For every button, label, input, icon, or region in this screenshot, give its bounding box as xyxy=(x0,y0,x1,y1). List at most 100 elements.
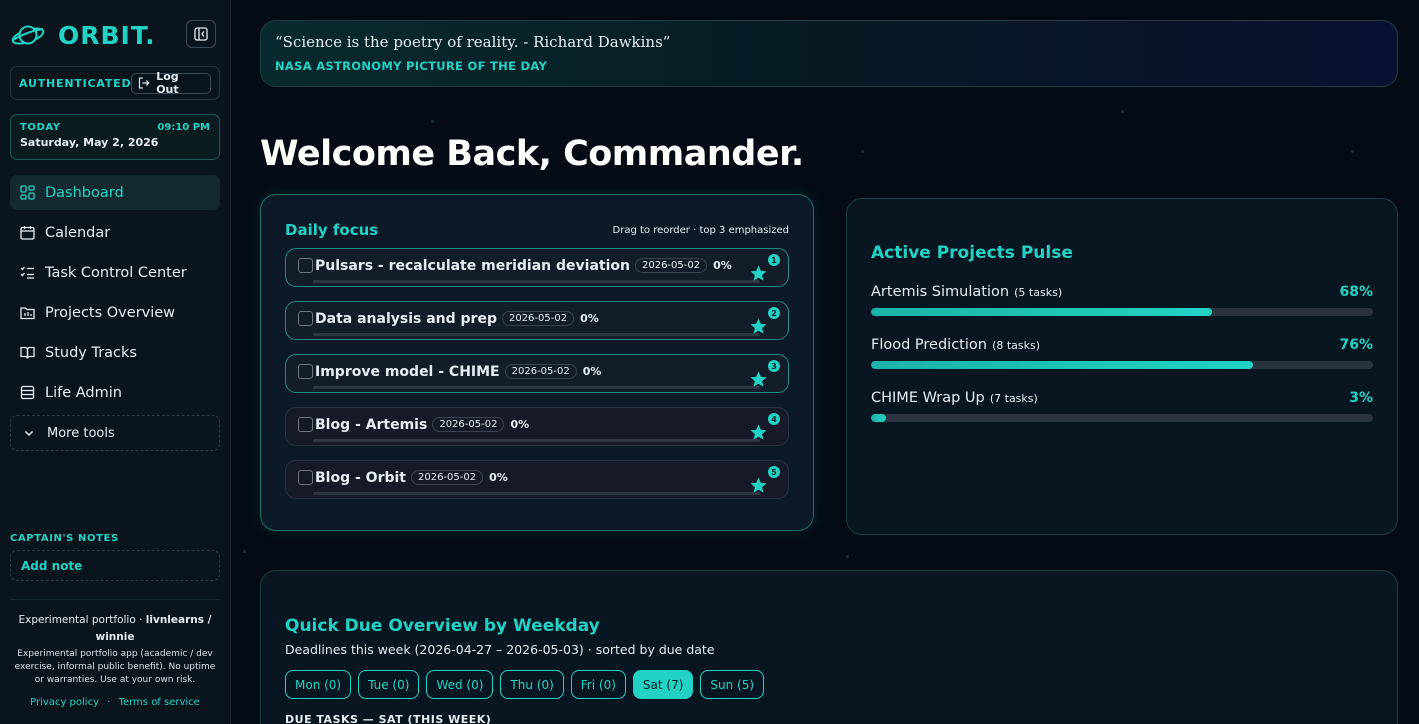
star-icon[interactable] xyxy=(749,317,768,336)
footer-link-separator: · xyxy=(107,697,111,708)
projects-pulse-card: Active Projects Pulse Artemis Simulation… xyxy=(846,198,1398,535)
star-dot xyxy=(431,120,434,123)
task-due-date: 2026-05-02 xyxy=(501,311,575,326)
priority-rank-badge: 5 xyxy=(768,466,780,478)
daily-focus-title: Daily focus xyxy=(285,221,379,239)
task-progress-bar xyxy=(313,386,760,389)
focus-task-item[interactable]: Blog - Orbit 2026-05-02 0% 5 xyxy=(285,460,789,499)
terms-of-service-link[interactable]: Terms of service xyxy=(119,697,200,708)
logout-button[interactable]: Log Out xyxy=(131,70,211,96)
sidebar-item-dashboard[interactable]: Dashboard xyxy=(10,175,220,210)
sidebar-item-label: Calendar xyxy=(45,224,111,241)
task-checkbox[interactable] xyxy=(298,364,313,379)
due-overview-card: Quick Due Overview by Weekday Deadlines … xyxy=(260,570,1398,724)
focus-task-item[interactable]: Data analysis and prep 2026-05-02 0% 2 xyxy=(285,301,789,340)
star-icon[interactable] xyxy=(749,264,768,283)
sidebar-item-label: Task Control Center xyxy=(45,264,187,281)
task-due-date: 2026-05-02 xyxy=(504,364,577,379)
star-icon[interactable] xyxy=(749,476,768,495)
sidebar-item-life-admin[interactable]: Life Admin xyxy=(10,375,220,410)
footer-title-prefix: Experimental portfolio · xyxy=(18,614,143,626)
due-tasks-heading: DUE TASKS — SAT (THIS WEEK) xyxy=(285,713,492,724)
weekday-filter-button[interactable]: Thu (0) xyxy=(500,670,564,699)
star-icon[interactable] xyxy=(749,370,768,389)
task-name: Blog - Orbit xyxy=(315,469,406,486)
task-progress-bar xyxy=(313,492,760,495)
project-pulse-item[interactable]: Flood Prediction (8 tasks) 76% xyxy=(871,334,1373,369)
weekday-filter-button[interactable]: Tue (0) xyxy=(358,670,420,699)
auth-status-label: AUTHENTICATED xyxy=(19,76,132,90)
project-percent: 3% xyxy=(1349,390,1373,406)
weekday-filter-button[interactable]: Wed (0) xyxy=(426,670,494,699)
task-list-icon xyxy=(19,265,35,281)
admin-icon xyxy=(19,385,35,401)
star-dot xyxy=(846,555,849,558)
footer-title: Experimental portfolio · livnlearns / wi… xyxy=(10,612,220,646)
priority-rank-badge: 3 xyxy=(768,360,780,372)
project-task-count: (8 tasks) xyxy=(992,339,1041,352)
sidebar-item-label: Study Tracks xyxy=(45,344,137,361)
project-pulse-item[interactable]: Artemis Simulation (5 tasks) 68% xyxy=(871,281,1373,316)
star-icon[interactable] xyxy=(749,423,768,442)
project-pulse-item[interactable]: CHIME Wrap Up (7 tasks) 3% xyxy=(871,387,1373,422)
projects-icon xyxy=(19,305,35,321)
today-label: TODAY xyxy=(20,122,61,133)
current-time: 09:10 PM xyxy=(157,122,210,133)
brand-name: ORBIT. xyxy=(58,20,156,50)
task-progress-percent: 0% xyxy=(713,259,732,272)
weekday-filter-button[interactable]: Fri (0) xyxy=(570,670,626,699)
task-name: Blog - Artemis xyxy=(315,416,428,433)
weekday-filter-button[interactable]: Sat (7) xyxy=(632,670,694,699)
captains-notes-heading: CAPTAIN'S NOTES xyxy=(10,533,119,544)
due-overview-subtitle: Deadlines this week (2026-04-27 – 2026-0… xyxy=(285,642,715,657)
task-checkbox[interactable] xyxy=(298,258,313,273)
sidebar-item-calendar[interactable]: Calendar xyxy=(10,215,220,250)
chevron-down-icon xyxy=(24,430,34,437)
task-progress-bar xyxy=(313,280,760,283)
project-progress-track xyxy=(871,361,1373,369)
task-checkbox[interactable] xyxy=(298,417,313,432)
project-progress-fill xyxy=(871,361,1253,369)
task-name: Pulsars - recalculate meridian deviation xyxy=(315,257,630,274)
project-progress-fill xyxy=(871,308,1213,316)
footer-divider xyxy=(10,599,220,600)
sidebar-nav: Dashboard Calendar Task Control Center P… xyxy=(10,175,220,410)
weekday-filter-button[interactable]: Sun (5) xyxy=(700,670,765,699)
quote-source: NASA ASTRONOMY PICTURE OF THE DAY xyxy=(275,59,548,73)
task-checkbox[interactable] xyxy=(298,470,313,485)
weekday-filter-button[interactable]: Mon (0) xyxy=(285,670,352,699)
more-tools-toggle[interactable]: More tools xyxy=(10,415,220,451)
project-task-count: (7 tasks) xyxy=(989,392,1038,405)
priority-rank-badge: 4 xyxy=(768,413,780,425)
project-percent: 68% xyxy=(1339,284,1373,300)
logout-label: Log Out xyxy=(156,70,179,96)
focus-task-item[interactable]: Blog - Artemis 2026-05-02 0% 4 xyxy=(285,407,789,446)
sidebar-item-study-tracks[interactable]: Study Tracks xyxy=(10,335,220,370)
focus-task-item[interactable]: Improve model - CHIME 2026-05-02 0% 3 xyxy=(285,354,789,393)
footer-disclaimer: Experimental portfolio app (academic / d… xyxy=(14,649,216,685)
project-task-count: (5 tasks) xyxy=(1014,286,1063,299)
star-dot xyxy=(861,150,864,153)
today-widget: TODAY 09:10 PM Saturday, May 2, 2026 xyxy=(10,114,220,160)
sidebar-item-task-control-center[interactable]: Task Control Center xyxy=(10,255,220,290)
app-root: ORBIT. AUTHENTICATED Log Out TODAY 09:10… xyxy=(0,0,1419,724)
daily-focus-card: Daily focus Drag to reorder · top 3 emph… xyxy=(260,194,814,531)
sidebar-item-projects-overview[interactable]: Projects Overview xyxy=(10,295,220,330)
focus-task-list: Pulsars - recalculate meridian deviation… xyxy=(285,248,789,499)
logout-icon xyxy=(139,77,151,89)
task-name: Improve model - CHIME xyxy=(315,363,500,380)
project-name: Artemis Simulation xyxy=(871,284,1010,300)
focus-task-item[interactable]: Pulsars - recalculate meridian deviation… xyxy=(285,248,789,287)
collapse-sidebar-button[interactable] xyxy=(186,20,216,48)
task-due-date: 2026-05-02 xyxy=(432,417,505,432)
more-tools-label: More tools xyxy=(47,425,115,441)
book-icon xyxy=(19,345,35,361)
privacy-policy-link[interactable]: Privacy policy xyxy=(30,697,99,708)
add-note-button[interactable]: Add note xyxy=(10,550,220,581)
calendar-icon xyxy=(19,225,35,241)
task-checkbox[interactable] xyxy=(298,311,313,326)
due-overview-title: Quick Due Overview by Weekday xyxy=(285,616,600,636)
auth-status-box: AUTHENTICATED Log Out xyxy=(10,66,220,100)
star-dot xyxy=(1121,110,1124,113)
task-name: Data analysis and prep xyxy=(315,310,497,327)
